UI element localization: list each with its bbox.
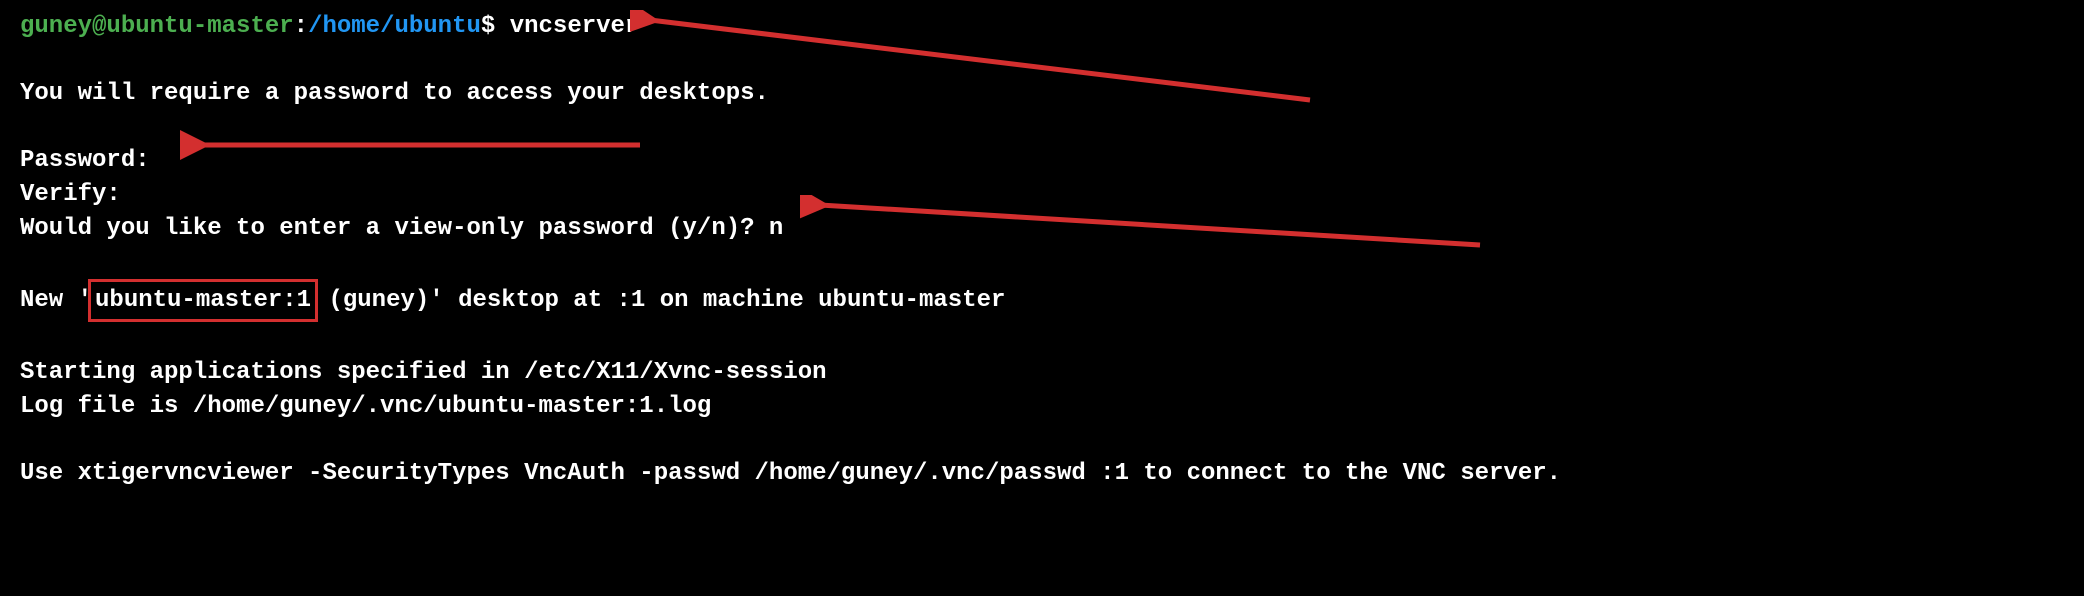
- command-text: vncserver: [510, 13, 640, 40]
- annotation-arrow-1: [630, 10, 1330, 110]
- new-desktop-prefix: New ': [20, 287, 92, 314]
- prompt-dollar: $: [481, 13, 510, 40]
- annotation-arrow-2: [180, 130, 660, 160]
- blank-line: [20, 322, 2064, 356]
- output-log-file: Log file is /home/guney/.vnc/ubuntu-mast…: [20, 390, 2064, 424]
- output-starting-apps: Starting applications specified in /etc/…: [20, 356, 2064, 390]
- annotation-arrow-3: [800, 195, 1500, 255]
- prompt-user: guney@ubuntu-master: [20, 13, 294, 40]
- output-new-desktop: New 'ubuntu-master:1 (guney)' desktop at…: [20, 279, 2064, 323]
- prompt-separator: :: [294, 13, 308, 40]
- highlight-box: ubuntu-master:1: [88, 279, 318, 323]
- prompt-path: /home/ubuntu: [308, 13, 481, 40]
- new-desktop-suffix: (guney)' desktop at :1 on machine ubuntu…: [314, 287, 1005, 314]
- blank-line: [20, 423, 2064, 457]
- output-connect-info: Use xtigervncviewer -SecurityTypes VncAu…: [20, 457, 2064, 491]
